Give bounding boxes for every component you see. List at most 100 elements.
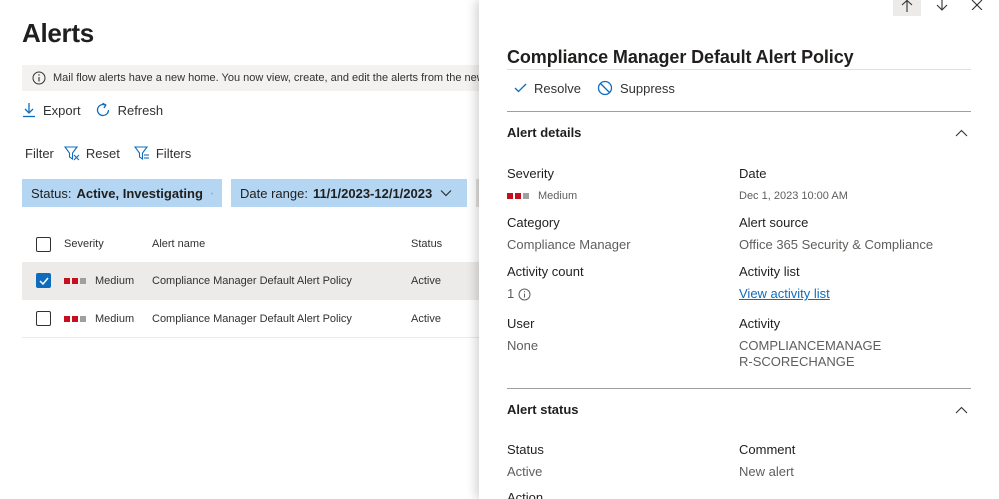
date-chip-label: Date range: [240,185,308,201]
status-chip-label: Status: [31,185,72,201]
suppress-label: Suppress [619,80,675,96]
alert-source-field-value: Office 365 Security & Compliance [739,237,934,252]
panel-actions: Resolve Suppress [514,80,691,96]
reset-filter-button[interactable]: Reset [63,145,120,161]
arrow-down-icon [936,0,948,11]
download-icon [23,103,35,118]
info-banner: Mail flow alerts have a new home. You no… [22,65,492,91]
filters-label: Filters [155,145,192,161]
alert-source-field: Alert source Office 365 Security & Compl… [739,215,969,253]
refresh-icon [96,102,109,117]
severity-field-value-wrap: Medium [507,188,737,204]
category-field: Category Compliance Manager [507,215,737,253]
refresh-label: Refresh [117,102,164,118]
alerts-page: Alerts Mail flow alerts have a new home.… [0,0,492,499]
status-filter-chip[interactable]: Status: Active, Investigating [22,179,222,207]
action-field: Action [507,490,737,499]
status-chip-value: Active, Investigating [76,185,203,201]
divider [507,111,971,112]
severity-indicator [507,193,531,199]
date-chip-value: 11/1/2023-12/1/2023 [312,185,433,201]
alert-details-heading: Alert details [507,125,582,140]
alert-details-section-header[interactable]: Alert details [507,125,971,140]
severity-cell: Medium [64,313,134,325]
alert-name-cell: Compliance Manager Default Alert Policy [152,274,352,287]
status-field: Status Active [507,442,737,480]
status-field-value: Active [507,464,543,479]
table-row[interactable]: Medium Compliance Manager Default Alert … [22,300,480,338]
export-label: Export [43,102,81,118]
filter-bar: Filter Reset Filters [25,145,205,161]
status-field-label: Status [507,442,544,457]
alert-status-heading: Alert status [507,402,579,417]
view-activity-list-link[interactable]: View activity list [739,286,830,301]
reset-label: Reset [85,145,120,161]
chevron-up-icon [955,406,968,413]
category-field-value: Compliance Manager [507,237,631,252]
activity-field-value: COMPLIANCEMANAGER-SCORECHANGE [739,338,882,369]
refresh-button[interactable]: Refresh [95,102,164,118]
command-bar: Export Refresh [22,102,177,118]
previous-alert-button[interactable] [893,0,921,16]
severity-cell: Medium [64,275,134,287]
resolve-button[interactable]: Resolve [514,81,581,96]
next-alert-button[interactable] [928,0,956,16]
severity-value: Medium [95,274,135,287]
close-panel-button[interactable] [963,0,991,16]
close-icon[interactable] [211,188,213,199]
severity-indicator [64,315,88,322]
severity-indicator [64,277,88,284]
select-all-checkbox[interactable] [36,236,51,252]
close-icon [971,0,983,10]
comment-field-label: Comment [739,442,796,457]
export-button[interactable]: Export [22,102,81,118]
info-icon [32,71,46,85]
date-range-filter-chip[interactable]: Date range: 11/1/2023-12/1/2023 [231,179,467,207]
activity-list-value-wrap: View activity list [739,286,969,302]
severity-field-label: Severity [507,166,554,181]
panel-title: Compliance Manager Default Alert Policy [507,47,854,67]
alert-source-field-label: Alert source [739,215,809,230]
row-checkbox[interactable] [36,311,51,326]
table-header: Severity Alert name Status [22,228,480,260]
row-checkbox[interactable] [36,273,51,288]
chevron-down-icon [440,190,452,197]
date-field-label: Date [739,166,767,181]
activity-count-field-label: Activity count [507,264,584,279]
panel-navigation [886,0,991,16]
comment-field-value: New alert [739,464,794,479]
severity-field-value: Medium [538,190,578,202]
divider [507,69,971,70]
table-row[interactable]: Medium Compliance Manager Default Alert … [22,262,480,300]
activity-list-field: Activity list View activity list [739,264,969,302]
date-field-value: Dec 1, 2023 10:00 AM [739,190,848,202]
chevron-up-icon [955,129,968,136]
alert-detail-panel: Compliance Manager Default Alert Policy … [479,0,999,499]
date-field: Date Dec 1, 2023 10:00 AM [739,166,969,204]
status-cell: Active [411,312,441,325]
divider [507,388,971,389]
filter-label: Filter [25,145,54,161]
suppress-button[interactable]: Suppress [597,80,675,96]
activity-list-field-label: Activity list [739,264,800,279]
checkmark-icon [514,83,527,93]
page-title: Alerts [22,18,94,48]
alert-name-column-header[interactable]: Alert name [152,238,205,250]
info-circle-icon[interactable] [518,288,531,301]
action-field-label: Action [507,490,544,499]
comment-field: Comment New alert [739,442,969,480]
activity-field: Activity COMPLIANCEMANAGER-SCORECHANGE [739,316,889,370]
user-field: User None [507,316,737,354]
filter-reset-icon [63,146,80,161]
user-field-value: None [507,338,539,353]
user-field-label: User [507,316,535,331]
severity-column-header[interactable]: Severity [64,238,104,250]
filter-icon [133,146,149,161]
alert-name-cell: Compliance Manager Default Alert Policy [152,312,352,325]
status-column-header[interactable]: Status [411,238,442,250]
alert-status-section-header[interactable]: Alert status [507,402,971,417]
checkmark-icon [38,277,49,285]
status-cell: Active [411,274,441,287]
filters-button[interactable]: Filters [133,145,192,161]
banner-text: Mail flow alerts have a new home. You no… [53,72,492,84]
